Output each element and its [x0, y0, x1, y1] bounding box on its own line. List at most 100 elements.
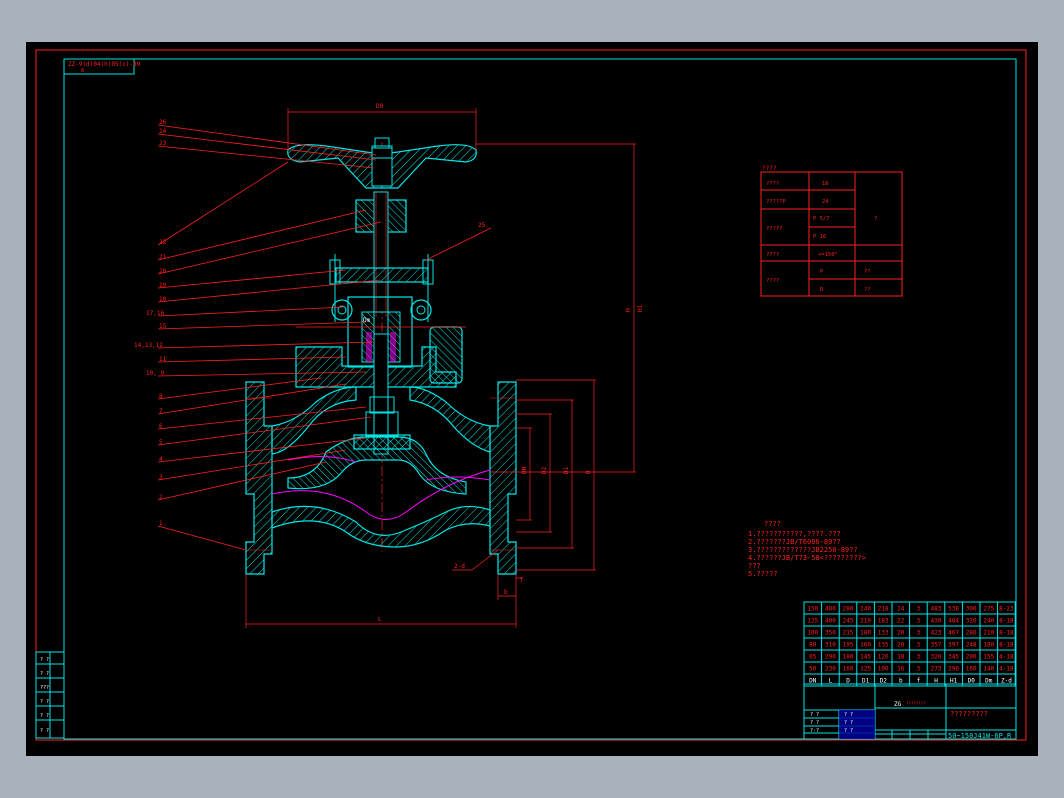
- dim-table-cell: 467: [948, 630, 959, 637]
- dim-table-cell: 145: [860, 654, 871, 661]
- dim-table-cell: 180: [860, 630, 871, 637]
- svg-text:? ?: ? ?: [844, 720, 853, 726]
- dim-table-cell: 24: [897, 606, 905, 613]
- svg-text:P 16: P 16: [813, 234, 826, 240]
- dim-table-header-cell: D0: [968, 678, 976, 685]
- dim-table-cell: 280: [843, 606, 854, 613]
- svg-text:? ?: ? ?: [844, 728, 853, 734]
- callout-18: 18: [159, 296, 167, 303]
- callout-17-16: 17,16: [146, 310, 164, 317]
- dim-table-cell: 300: [966, 606, 977, 613]
- corner-code: ZZ-9(d)04(h)05(c)-89: [68, 61, 141, 68]
- dim-D0: D0: [376, 103, 384, 110]
- svg-text:?????: ?????: [766, 226, 783, 232]
- dim-table-header-cell: D1: [862, 678, 870, 685]
- svg-text:???: ???: [748, 562, 761, 570]
- svg-text:? ?: ? ?: [40, 671, 49, 677]
- dim-f: f: [520, 577, 524, 584]
- svg-text:? ?: ? ?: [810, 720, 819, 726]
- callout-23: 23: [159, 140, 167, 147]
- dim-D2: D2: [541, 466, 548, 474]
- svg-text:????: ????: [766, 252, 779, 258]
- dim-table-cell: 320: [931, 654, 942, 661]
- callout-7: 7: [159, 408, 163, 415]
- dim-table-cell: 275: [983, 606, 994, 613]
- dim-holes: 2-d: [454, 563, 465, 570]
- svg-text:?·?: ?·?: [810, 728, 819, 734]
- svg-text:?: ?: [874, 216, 877, 222]
- dim-table-cell: 210: [860, 618, 871, 625]
- dim-table-cell: 240: [983, 618, 994, 625]
- dim-table-cell: 480: [825, 606, 836, 613]
- svg-text:<=150°: <=150°: [818, 252, 838, 258]
- dim-table-cell: 80: [809, 642, 817, 649]
- dim-table-cell: 245: [843, 618, 854, 625]
- dim-table-header-cell: b: [899, 678, 903, 685]
- dim-table-cell: 350: [825, 630, 836, 637]
- callout-15: 15: [159, 323, 167, 330]
- svg-text:4.??????JB/T73-58<?????????>: 4.??????JB/T73-58<?????????>: [748, 554, 866, 562]
- dim-table-cell: 50: [809, 666, 817, 673]
- callout-5: 5: [159, 439, 163, 446]
- dim-table-header-cell: D2: [880, 678, 888, 685]
- dim-table-cell: 430: [931, 618, 942, 625]
- dim-table-cell: 125: [807, 618, 818, 625]
- svg-text:????: ????: [766, 278, 779, 284]
- dim-table-cell: 538: [948, 606, 959, 613]
- svg-text:? ?: ? ?: [40, 728, 49, 734]
- dim-b: b: [504, 589, 508, 596]
- dim-table-cell: 120: [878, 654, 889, 661]
- callout-21: 21: [159, 254, 167, 261]
- dim-table-cell: 8-18: [999, 618, 1014, 625]
- dim-table-cell: 150: [807, 606, 818, 613]
- dim-table-cell: 195: [843, 642, 854, 649]
- dim-table-header-cell: f: [917, 678, 921, 685]
- handwheel-icon: [287, 137, 477, 189]
- dim-table-cell: 3: [917, 606, 921, 613]
- dim-table-cell: 180: [983, 642, 994, 649]
- callout-11: 11: [159, 356, 167, 363]
- svg-text:? ?: ? ?: [810, 712, 819, 718]
- dim-table-cell: 345: [948, 654, 959, 661]
- svg-text:16: 16: [822, 181, 829, 187]
- callout-26: 26: [159, 119, 167, 126]
- dim-table-header-cell: Z-d: [1001, 678, 1012, 685]
- title-block: ZG ???????? ????????? 50~150J41W-6P,R ? …: [803, 683, 1017, 740]
- callout-1: 1: [159, 520, 163, 527]
- dim-table-cell: 483: [931, 606, 942, 613]
- company-logo: ZG: [894, 701, 902, 708]
- dim-table-cell: 3: [917, 654, 921, 661]
- svg-text:?????P: ?????P: [766, 199, 787, 205]
- dim-table-cell: 8-18: [999, 642, 1014, 649]
- callout-3: 3: [159, 474, 163, 481]
- cad-canvas: ZZ-9(d)04(h)05(c)-89 8 ? ? ? ? ??? ? ? ?…: [35, 49, 1027, 741]
- dim-table-cell: 320: [966, 618, 977, 625]
- notes-title: ????: [764, 520, 781, 528]
- svg-text:????: ????: [766, 181, 779, 187]
- dim-table-cell: 200: [966, 654, 977, 661]
- callout-14-13-12: 14,13,12: [134, 342, 163, 349]
- dim-table-cell: 180: [843, 654, 854, 661]
- dim-table-cell: 400: [825, 618, 836, 625]
- callout-20: 20: [159, 268, 167, 275]
- dim-table-cell: 4-18: [999, 666, 1014, 673]
- technical-notes: ???? 1.???????????,????.??? 2.???????JB/…: [748, 520, 866, 578]
- dim-D: D: [585, 470, 592, 474]
- svg-text:1.???????????,????.???: 1.???????????,????.???: [748, 530, 841, 538]
- dim-table-cell: 3: [917, 666, 921, 673]
- dim-table-cell: 16: [897, 666, 905, 673]
- corner-sub: 8: [81, 68, 84, 74]
- dim-table-header-cell: H1: [950, 678, 958, 685]
- dim-table-cell: 3: [917, 618, 921, 625]
- dim-table-cell: 3: [917, 642, 921, 649]
- dim-table-cell: 100: [878, 666, 889, 673]
- dim-table-cell: 210: [983, 630, 994, 637]
- callout-8: 8: [159, 393, 163, 400]
- dim-H: H: [625, 308, 632, 312]
- svg-text:? ?: ? ?: [40, 713, 49, 719]
- drawing-sheet: ZZ-9(d)04(h)05(c)-89 8 ? ? ? ? ??? ? ? ?…: [26, 42, 1038, 756]
- dim-table-cell: 248: [966, 642, 977, 649]
- dim-table-cell: 423: [931, 630, 942, 637]
- dim-table-cell: 183: [878, 618, 889, 625]
- dim-D1: D1: [563, 466, 570, 474]
